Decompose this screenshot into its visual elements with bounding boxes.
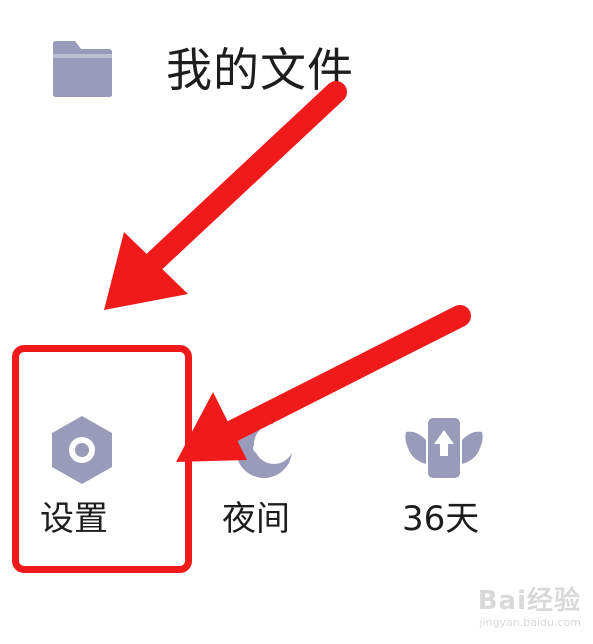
checkin-days-label: 36天 — [402, 499, 480, 539]
baidu-watermark: Bai经验 jingyan.baidu.com — [441, 586, 581, 636]
night-mode-button[interactable]: 夜间 — [222, 400, 332, 550]
watermark-site: jingyan.baidu.com — [479, 616, 581, 629]
moon-icon — [236, 422, 294, 478]
my-files-label: 我的文件 — [166, 43, 354, 97]
folder-icon — [53, 41, 112, 97]
badge-wings-icon — [405, 418, 483, 478]
screen: 我的文件 设置 夜间 36天 Bai经验 jingyan.baidu.com — [0, 0, 593, 644]
watermark-brand: Bai经验 — [477, 586, 581, 616]
checkin-days-button[interactable]: 36天 — [402, 400, 512, 550]
settings-highlight-box — [12, 345, 192, 573]
night-mode-label: 夜间 — [222, 499, 290, 539]
my-files-row[interactable]: 我的文件 — [0, 0, 593, 130]
